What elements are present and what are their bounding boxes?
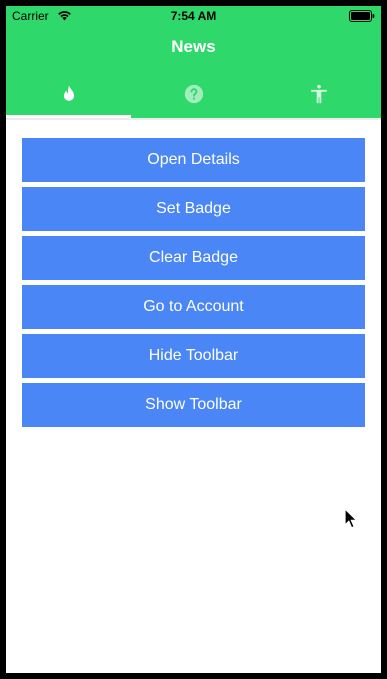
open-details-button[interactable]: Open Details [22, 138, 365, 182]
set-badge-button[interactable]: Set Badge [22, 187, 365, 231]
button-list: Open Details Set Badge Clear Badge Go to… [22, 138, 365, 432]
mouse-cursor-icon [344, 508, 358, 529]
status-bar: Carrier 7:54 AM [6, 6, 381, 26]
battery-icon [349, 10, 375, 22]
flame-icon [63, 85, 74, 101]
app-screen: Carrier 7:54 AM News Open Details Set Ba… [6, 6, 381, 673]
clear-badge-button[interactable]: Clear Badge [22, 236, 365, 280]
accessibility-icon [310, 84, 327, 104]
status-time: 7:54 AM [170, 9, 217, 23]
tab-accessibility[interactable] [256, 70, 381, 118]
go-to-account-button[interactable]: Go to Account [22, 285, 365, 329]
page-title: News [171, 37, 216, 56]
navigation-bar: News [6, 26, 381, 70]
hide-toolbar-button[interactable]: Hide Toolbar [22, 334, 365, 378]
tab-bar-divider [6, 118, 381, 120]
show-toolbar-button[interactable]: Show Toolbar [22, 383, 365, 427]
tab-news[interactable] [6, 70, 131, 118]
tab-help[interactable] [131, 70, 256, 118]
top-tab-bar [6, 70, 381, 118]
question-circle-icon [184, 84, 203, 104]
